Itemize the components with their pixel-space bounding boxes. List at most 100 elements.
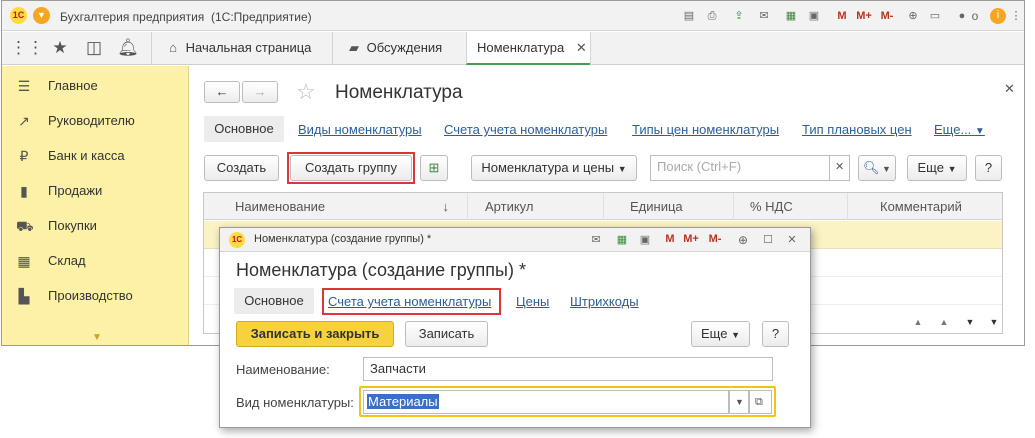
highlight-accounts-tab: [322, 288, 501, 315]
calc-icon[interactable]: ▦: [784, 9, 798, 23]
save-icon[interactable]: ▤: [682, 9, 696, 23]
warehouse-icon: ▦: [17, 253, 31, 269]
scroll-down-icon[interactable]: ▼: [960, 317, 980, 333]
main-menu-button[interactable]: ▼: [33, 7, 50, 24]
sidebar-item-purchases[interactable]: ⛟ Покупки: [2, 208, 189, 243]
calc-icon[interactable]: ▦: [615, 233, 629, 246]
memory-mminus-icon[interactable]: M-: [706, 233, 724, 245]
sidebar-item-sales[interactable]: ▮ Продажи: [2, 173, 189, 208]
tab-divider: [590, 32, 591, 65]
clear-search-icon[interactable]: ✕: [829, 155, 850, 181]
name-field[interactable]: Запчасти: [363, 357, 773, 381]
dialog-tab-prices[interactable]: Цены: [516, 294, 549, 309]
kind-field[interactable]: Материалы: [363, 390, 729, 414]
window-icon[interactable]: ▭: [928, 9, 942, 23]
home-icon: ⌂: [169, 40, 177, 55]
nav-link-kinds[interactable]: Виды номенклатуры: [298, 122, 422, 137]
column-header-comment[interactable]: Комментарий: [848, 193, 1002, 220]
close-form-icon[interactable]: ✕: [1004, 81, 1015, 97]
dropdown-arrow-icon: ▼: [947, 164, 957, 174]
trend-icon: ↗: [18, 113, 30, 129]
sidebar-item-warehouse[interactable]: ▦ Склад: [2, 243, 189, 278]
calendar-icon[interactable]: ▣: [807, 9, 821, 23]
page-title: Номенклатура: [335, 82, 463, 103]
search-button[interactable]: 🔍︎ ▼: [858, 155, 896, 181]
nav-link-planned-price[interactable]: Тип плановых цен: [802, 122, 912, 137]
tab-home[interactable]: ⌂ Начальная страница: [151, 32, 332, 65]
favorites-star-icon[interactable]: ★: [48, 38, 72, 58]
tab-discussions[interactable]: ▰ Обсуждения: [332, 32, 466, 65]
nav-link-more[interactable]: Еще... ▼: [934, 122, 985, 137]
help-button[interactable]: ?: [975, 155, 1002, 181]
mail-icon[interactable]: ✉: [757, 9, 771, 23]
column-header-unit[interactable]: Единица: [604, 193, 734, 220]
column-header-article[interactable]: Артикул: [468, 193, 604, 220]
kind-label: Вид номенклатуры:: [236, 395, 354, 410]
nomenclature-prices-dropdown[interactable]: Номенклатура и цены ▼: [471, 155, 637, 181]
print-icon[interactable]: ⎙: [705, 9, 719, 23]
memory-mplus-icon[interactable]: M+: [682, 233, 700, 245]
info-icon[interactable]: i: [990, 8, 1006, 24]
highlight-create-group: [287, 152, 415, 184]
tabs-row: ⋮⋮ ★ ◫ 🔔︎ ⌂ Начальная страница ▰ Обсужде…: [2, 32, 1024, 65]
dialog-tab-main[interactable]: Основное: [234, 288, 314, 314]
dialog-help-button[interactable]: ?: [762, 321, 789, 347]
nav-link-accounts[interactable]: Счета учета номенклатуры: [444, 122, 607, 137]
zoom-icon[interactable]: ⊕: [906, 9, 920, 23]
memory-mminus-icon[interactable]: M-: [878, 9, 896, 23]
maximize-icon[interactable]: ☐: [761, 233, 775, 246]
memory-m-icon[interactable]: M: [835, 9, 849, 23]
save-button[interactable]: Записать: [405, 321, 488, 347]
back-button[interactable]: ←: [204, 81, 240, 103]
sidebar-scroll-down-icon[interactable]: ▼: [92, 332, 102, 343]
forward-button[interactable]: →: [242, 81, 278, 103]
search-icon: 🔍︎: [863, 160, 880, 175]
create-button[interactable]: Создать: [204, 155, 279, 181]
more-button[interactable]: Еще ▼: [907, 155, 967, 181]
dialog-tab-barcodes[interactable]: Штрихкоды: [570, 294, 639, 309]
tab-nomenclature[interactable]: Номенклатура ✕: [466, 32, 590, 65]
sidebar-item-bank[interactable]: ₽ Банк и касса: [2, 138, 189, 173]
dialog-window-title: Номенклатура (создание группы) *: [254, 233, 432, 245]
list-icon: ☰: [17, 78, 31, 94]
user-initial[interactable]: о: [968, 9, 982, 23]
scroll-top-icon[interactable]: ▲: [908, 317, 928, 333]
column-header-name[interactable]: Наименование ↓: [204, 193, 468, 220]
sidebar-item-production[interactable]: ▙ Производство: [2, 278, 189, 313]
sidebar-item-manager[interactable]: ↗ Руководителю: [2, 103, 189, 138]
open-link-icon[interactable]: ⧉: [749, 390, 772, 414]
memory-mplus-icon[interactable]: M+: [855, 9, 873, 23]
cart-icon: ⛟: [16, 218, 34, 234]
calendar-icon[interactable]: ▣: [638, 233, 652, 246]
search-input[interactable]: Поиск (Ctrl+F): [650, 155, 830, 181]
column-header-vat[interactable]: % НДС: [734, 193, 848, 220]
upload-icon[interactable]: ⇪: [732, 9, 746, 23]
save-and-close-button[interactable]: Записать и закрыть: [236, 321, 394, 347]
mail-icon[interactable]: ✉: [589, 233, 603, 246]
copy-add-icon[interactable]: ⊞: [420, 155, 448, 181]
memory-m-icon[interactable]: M: [663, 233, 677, 245]
user-icon[interactable]: ●: [955, 9, 969, 23]
app-title: Бухгалтерия предприятия (1С:Предприятие): [60, 10, 312, 24]
menu-icon[interactable]: ⋮: [1009, 9, 1023, 23]
nav-tab-main[interactable]: Основное: [204, 116, 284, 142]
apps-grid-icon[interactable]: ⋮⋮: [10, 38, 44, 58]
nav-link-price-types[interactable]: Типы цен номенклатуры: [632, 122, 779, 137]
favorite-star-icon[interactable]: ☆: [296, 79, 316, 105]
kind-dropdown-icon[interactable]: ▼: [729, 390, 749, 414]
sidebar-item-main[interactable]: ☰ Главное: [2, 68, 189, 103]
close-tab-icon[interactable]: ✕: [576, 40, 587, 55]
close-dialog-icon[interactable]: ✕: [785, 233, 799, 246]
app-logo: 1С: [10, 7, 27, 24]
scroll-up-icon[interactable]: ▲: [934, 317, 954, 333]
scroll-bottom-icon[interactable]: ▼: [984, 317, 1002, 333]
sidebar: ☰ Главное ↗ Руководителю ₽ Банк и касса ▮ Пр…: [2, 66, 189, 345]
history-icon[interactable]: ◫: [82, 38, 106, 58]
notifications-bell-icon[interactable]: 🔔︎: [116, 38, 140, 58]
zoom-icon[interactable]: ⊕: [736, 233, 750, 247]
dropdown-arrow-icon: ▼: [974, 126, 985, 137]
dialog-more-button[interactable]: Еще ▼: [691, 321, 750, 347]
dropdown-arrow-icon: ▼: [617, 164, 627, 174]
name-label: Наименование:: [236, 362, 330, 377]
dropdown-arrow-icon: ▼: [731, 330, 740, 340]
